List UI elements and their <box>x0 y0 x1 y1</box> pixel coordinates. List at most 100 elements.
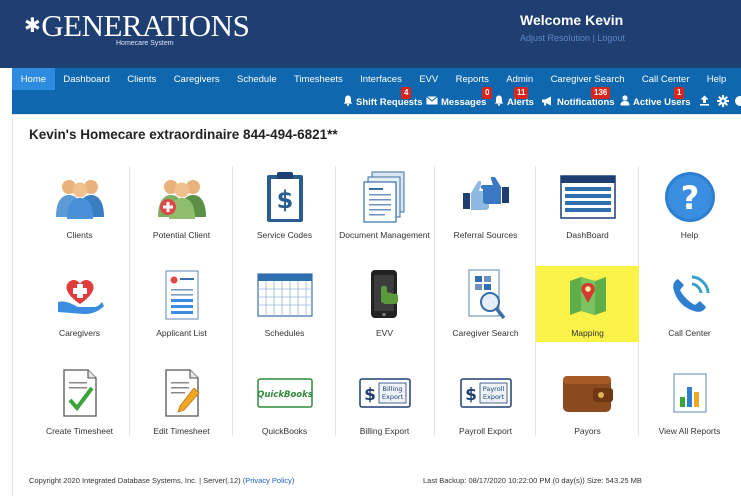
gear-icon <box>717 94 729 110</box>
referral-sources-icon <box>434 168 537 226</box>
bell-icon <box>343 95 353 109</box>
more-button[interactable] <box>734 90 741 114</box>
tile-referral-sources[interactable]: Referral Sources <box>434 168 537 258</box>
tile-mapping-label: Mapping <box>571 328 604 338</box>
alerts-link[interactable]: Alerts 11 <box>494 87 534 114</box>
megaphone-icon <box>541 96 554 109</box>
tile-dashboard-label: DashBoard <box>566 230 609 240</box>
logout-link[interactable]: Logout <box>597 33 625 43</box>
user-icon <box>620 95 630 109</box>
service-codes-icon: $ <box>233 168 336 226</box>
nav-call-center[interactable]: Call Center <box>633 68 698 90</box>
nav-evv[interactable]: EVV <box>411 68 447 90</box>
svg-text:$: $ <box>465 385 477 405</box>
tile-help[interactable]: ? Help <box>638 168 741 258</box>
nav-caregivers[interactable]: Caregivers <box>165 68 228 90</box>
view-all-reports-icon <box>638 364 741 422</box>
tile-payroll-export[interactable]: $ Payroll Export Payroll Export <box>434 364 537 454</box>
nav-clients[interactable]: Clients <box>119 68 165 90</box>
caregiver-search-icon <box>434 266 537 324</box>
svg-text:$: $ <box>276 186 293 214</box>
edit-timesheet-icon <box>130 364 233 422</box>
notification-bar: Shift Requests 4 Messages 0 Alerts 11 No… <box>12 87 741 114</box>
tile-help-label: Help <box>680 230 699 240</box>
caregivers-icon <box>28 266 131 324</box>
nav-help[interactable]: Help <box>698 68 735 90</box>
payroll-icon-text: Payroll <box>482 385 504 393</box>
tile-view-all-reports[interactable]: View All Reports <box>638 364 741 454</box>
payors-icon <box>536 364 639 422</box>
star-icon: ✱ <box>24 15 41 37</box>
tile-payors-label: Payors <box>574 426 601 436</box>
copyright-text: Copyright 2020 Integrated Database Syste… <box>29 476 241 485</box>
generations-logo[interactable]: ✱ GENERATIONS Homecare System <box>24 8 250 48</box>
tile-view-all-reports-label: View All Reports <box>658 426 721 436</box>
tile-document-management[interactable]: Document Management <box>333 168 436 258</box>
agency-title: Kevin's Homecare extraordinaire 844-494-… <box>29 127 338 142</box>
tile-potential-client-label: Potential Client <box>152 230 211 240</box>
shift-requests-link[interactable]: Shift Requests 4 <box>343 87 423 114</box>
tile-evv[interactable]: EVV <box>333 266 436 356</box>
clients-icon <box>28 168 131 226</box>
tile-referral-sources-label: Referral Sources <box>453 230 518 240</box>
footer-backup: Last Backup: 08/17/2020 10:22:00 PM (0 d… <box>423 476 642 485</box>
privacy-policy-link[interactable]: (Privacy Policy) <box>243 476 295 485</box>
payroll-export-icon-text: Export <box>482 393 504 401</box>
header-links: Adjust Resolution | Logout <box>520 33 625 43</box>
nav-dashboard[interactable]: Dashboard <box>55 68 119 90</box>
tile-edit-timesheet[interactable]: Edit Timesheet <box>130 364 233 454</box>
tile-payors[interactable]: Payors <box>536 364 639 454</box>
nav-schedule[interactable]: Schedule <box>228 68 285 90</box>
create-timesheet-icon <box>28 364 131 422</box>
messages-label: Messages <box>441 96 487 108</box>
tile-quickbooks-label: QuickBooks <box>261 426 308 436</box>
welcome-text: Welcome Kevin <box>520 12 624 28</box>
shift-requests-label: Shift Requests <box>356 96 423 108</box>
logo-subtitle: Homecare System <box>116 40 174 47</box>
quickbooks-logo-text: QuickBooks <box>257 390 313 400</box>
alert-bell-icon <box>494 95 504 109</box>
tile-caregivers-label: Caregivers <box>58 328 101 338</box>
tile-caregiver-search-label: Caregiver Search <box>452 328 519 338</box>
svg-text:$: $ <box>364 385 376 405</box>
tile-clients[interactable]: Clients <box>28 168 131 258</box>
more-icon <box>734 95 741 110</box>
billing-export-icon: $ Billing Export <box>333 364 436 422</box>
applicant-list-icon <box>130 266 233 324</box>
billing-icon-text: Billing <box>382 385 402 393</box>
active-users-link[interactable]: Active Users 1 <box>620 87 691 114</box>
tile-schedules[interactable]: Schedules <box>233 266 336 356</box>
upload-button[interactable] <box>699 90 710 114</box>
adjust-resolution-link[interactable]: Adjust Resolution <box>520 33 590 43</box>
document-management-icon <box>333 168 436 226</box>
tile-dashboard[interactable]: DashBoard <box>536 168 639 258</box>
tile-potential-client[interactable]: Potential Client <box>130 168 233 258</box>
tile-caregivers[interactable]: Caregivers <box>28 266 131 356</box>
nav-home[interactable]: Home <box>12 68 55 90</box>
messages-link[interactable]: Messages 0 <box>426 87 493 114</box>
upload-icon <box>699 95 710 109</box>
nav-caregiver-search[interactable]: Caregiver Search <box>542 68 633 90</box>
schedules-icon <box>233 266 336 324</box>
notifications-link[interactable]: Notifications 136 <box>541 87 615 114</box>
tile-service-codes-label: Service Codes <box>256 230 313 240</box>
footer-copyright: Copyright 2020 Integrated Database Syste… <box>29 476 294 485</box>
envelope-icon <box>426 96 438 108</box>
tile-call-center[interactable]: Call Center <box>638 266 741 356</box>
logo-text: GENERATIONS <box>41 8 250 43</box>
notifications-badge: 136 <box>591 87 611 99</box>
tile-edit-timesheet-label: Edit Timesheet <box>153 426 210 436</box>
messages-badge: 0 <box>482 87 493 99</box>
tile-applicant-list[interactable]: Applicant List <box>130 266 233 356</box>
tile-applicant-list-label: Applicant List <box>156 328 207 338</box>
main-nav: Home Dashboard Clients Caregivers Schedu… <box>12 68 741 90</box>
settings-button[interactable] <box>717 90 729 114</box>
svg-text:?: ? <box>680 179 699 217</box>
tile-service-codes[interactable]: $ Service Codes <box>233 168 336 258</box>
tile-quickbooks[interactable]: QuickBooks QuickBooks <box>233 364 336 454</box>
tile-caregiver-search[interactable]: Caregiver Search <box>434 266 537 356</box>
tile-billing-export[interactable]: $ Billing Export Billing Export <box>333 364 436 454</box>
tile-mapping[interactable]: Mapping <box>536 266 639 342</box>
nav-timesheets[interactable]: Timesheets <box>285 68 351 90</box>
tile-create-timesheet[interactable]: Create Timesheet <box>28 364 131 454</box>
